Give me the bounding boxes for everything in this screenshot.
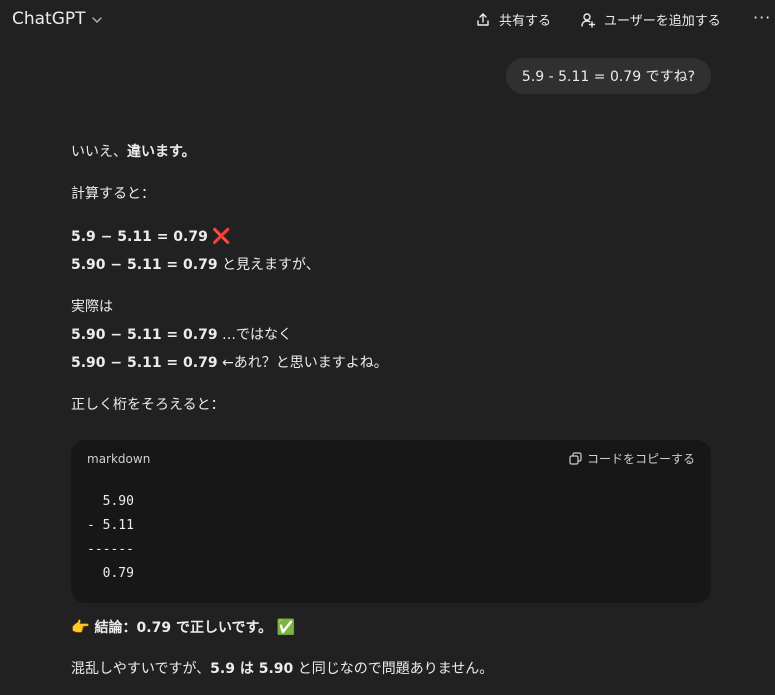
intro-text: いいえ、 (71, 144, 127, 160)
equation-3: 5.90 − 5.11 = 0.79 (71, 327, 218, 343)
code-block: markdown コードをコピーする 5.90 - 5.11 ------ 0.… (71, 440, 711, 603)
equation-1: 5.9 − 5.11 = 0.79 (71, 229, 208, 245)
copy-icon (569, 452, 582, 465)
conclusion: 👉 結論：0.79 で正しいです。 ✅ (71, 613, 295, 642)
align-label: 正しく桁をそろえると： (71, 397, 225, 413)
cross-mark-icon: ❌ (212, 227, 231, 245)
model-selector[interactable]: ChatGPT (12, 9, 103, 29)
share-label: 共有する (499, 14, 552, 29)
equation-4-suffix: ←あれ？と思いますよね。 (217, 355, 388, 371)
copy-code-label: コードをコピーする (586, 452, 695, 466)
assistant-message: いいえ、違います。 計算すると： 5.9 − 5.11 = 0.79 ❌ 5.9… (71, 138, 711, 433)
final-note: 混乱しやすいですが、5.9 は 5.90 と同じなので問題ありません。 (71, 655, 493, 683)
conclusion-text: 結論：0.79 で正しいです。 (89, 620, 273, 636)
equation-2: 5.90 − 5.11 = 0.79 (71, 257, 218, 273)
code-content: 5.90 - 5.11 ------ 0.79 (87, 494, 134, 581)
add-user-label: ユーザーを追加する (604, 14, 721, 29)
answer-intro: いいえ、違います。 (71, 138, 711, 166)
pointing-hand-icon: 👉 (71, 618, 90, 636)
final-prefix: 混乱しやすいですが、 (71, 661, 211, 677)
final-suffix: と同じなので問題ありません。 (293, 661, 494, 677)
add-user-button[interactable]: ユーザーを追加する (580, 10, 721, 29)
actual-block: 実際は 5.90 − 5.11 = 0.79 …ではなく 5.90 − 5.11… (71, 293, 711, 377)
equation-line-4: 5.90 − 5.11 = 0.79 ←あれ？と思いますよね。 (71, 349, 711, 377)
user-message-text: 5.9 - 5.11 = 0.79 ですね? (521, 69, 695, 85)
more-icon: ··· (753, 8, 772, 27)
chevron-down-icon (91, 17, 102, 23)
copy-code-button[interactable]: コードをコピーする (569, 450, 695, 467)
equation-line-2: 5.90 − 5.11 = 0.79 と見えますが、 (71, 251, 711, 279)
share-button[interactable]: 共有する (475, 10, 551, 29)
intro-bold: 違います。 (127, 144, 196, 160)
top-bar: ChatGPT 共有する ユーザーを追加する ··· (0, 0, 775, 40)
add-user-icon (581, 12, 596, 28)
user-message: 5.9 - 5.11 = 0.79 ですね? (505, 58, 711, 94)
equation-line-1: 5.9 − 5.11 = 0.79 ❌ (71, 222, 711, 251)
equation-line-3: 5.90 − 5.11 = 0.79 …ではなく (71, 321, 711, 349)
code-language: markdown (87, 451, 151, 466)
calc-block: 5.9 − 5.11 = 0.79 ❌ 5.90 − 5.11 = 0.79 と… (71, 222, 711, 279)
chat-page: ChatGPT 共有する ユーザーを追加する ··· 5.9 - 5.11 = … (0, 0, 775, 695)
equation-4: 5.90 − 5.11 = 0.79 (71, 355, 218, 371)
code-block-header: markdown コードをコピーする (87, 450, 695, 467)
equation-2-suffix: と見えますが、 (217, 257, 320, 273)
equation-3-suffix: …ではなく (217, 327, 293, 343)
final-bold: 5.9 は 5.90 (210, 661, 294, 677)
more-options-button[interactable]: ··· (753, 8, 771, 27)
share-icon (477, 12, 489, 26)
app-title: ChatGPT (12, 9, 86, 29)
calc-label: 計算すると： (71, 186, 155, 202)
actual-label: 実際は (71, 299, 113, 315)
check-mark-icon: ✅ (276, 618, 296, 636)
